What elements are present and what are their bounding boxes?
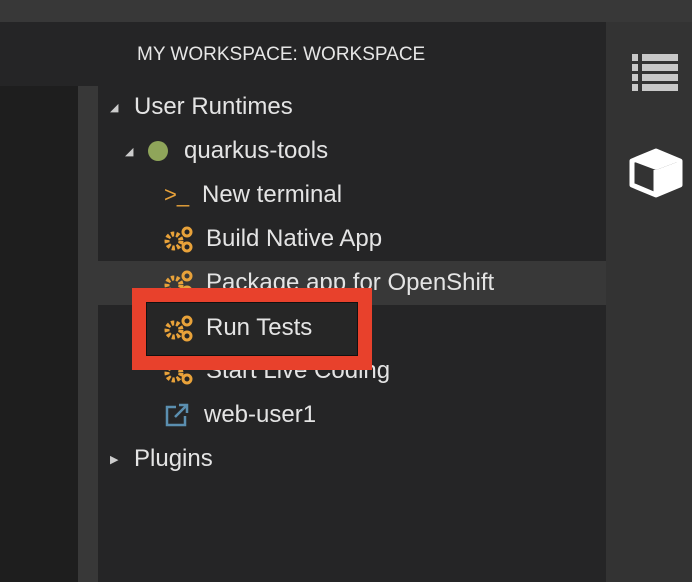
tree-machine[interactable]: ◢ quarkus-tools — [98, 129, 606, 173]
list-icon[interactable] — [632, 54, 680, 92]
tree-plugins[interactable]: ▶ Plugins — [98, 437, 606, 481]
caret-right-icon: ▶ — [110, 453, 119, 466]
tree-label: User Runtimes — [134, 93, 293, 120]
tree-label: Run Tests — [206, 314, 313, 341]
gears-icon — [164, 314, 206, 342]
tree-label: quarkus-tools — [184, 137, 329, 164]
status-dot-icon — [148, 141, 168, 161]
tree-label: Build Native App — [206, 225, 383, 252]
tree-label: New terminal — [202, 181, 343, 208]
caret-down-icon: ◢ — [125, 145, 134, 158]
activity-bar — [606, 22, 692, 582]
tree-item-run-tests[interactable]: Run Tests — [164, 306, 312, 350]
panel-title: MY WORKSPACE: WORKSPACE — [137, 44, 426, 65]
cube-icon[interactable] — [628, 148, 684, 198]
tree-label: Plugins — [134, 445, 213, 472]
tree-item-new-terminal[interactable]: >_ New terminal — [98, 173, 606, 217]
external-link-icon — [164, 402, 204, 428]
terminal-icon: >_ — [164, 182, 190, 207]
gears-icon — [164, 225, 206, 253]
tree-user-runtimes[interactable]: ◢ User Runtimes — [98, 85, 606, 129]
tree-item-build-native-app[interactable]: Build Native App — [98, 217, 606, 261]
tree-label: web-user1 — [204, 401, 317, 428]
tree-item-web-user1[interactable]: web-user1 — [98, 393, 606, 437]
editor-area — [0, 86, 78, 582]
caret-down-icon: ◢ — [110, 101, 119, 114]
top-bar — [0, 0, 692, 22]
scrollbar[interactable] — [78, 86, 98, 582]
